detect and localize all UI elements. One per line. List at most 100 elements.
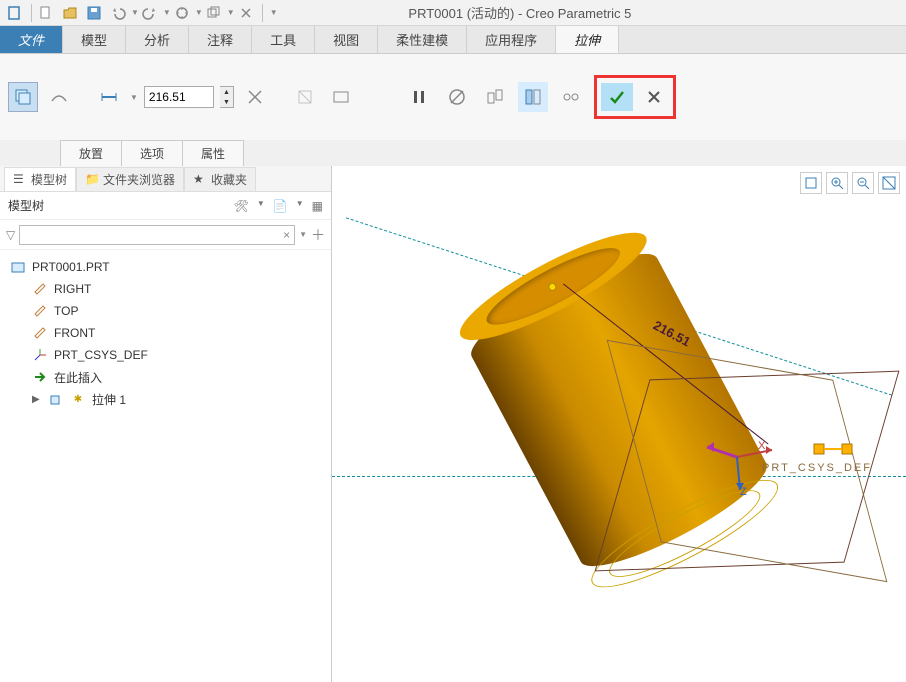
tree-show-icon[interactable]: ▦ bbox=[312, 199, 323, 213]
tab-model[interactable]: 模型 bbox=[63, 26, 126, 53]
pause-button[interactable] bbox=[404, 82, 434, 112]
ribbon-tabs: 文件 模型 分析 注释 工具 视图 柔性建模 应用程序 拉伸 bbox=[0, 26, 906, 54]
model-tree-panel: ☰ 模型树 📁 文件夹浏览器 ★ 收藏夹 模型树 🛠 ▼ 📄 ▼ ▦ ▽ × ▼ ＋ bbox=[0, 166, 332, 682]
tab-flex[interactable]: 柔性建模 bbox=[378, 26, 467, 53]
tree-node-label: 在此插入 bbox=[54, 369, 102, 386]
dashboard-subtabs: 放置 选项 属性 bbox=[0, 140, 906, 166]
cylinder-top-face bbox=[449, 216, 657, 357]
graphics-viewport[interactable]: 216.51 PRT_CSYS_DEF X Z bbox=[332, 166, 906, 682]
panel-tab-folders[interactable]: 📁 文件夹浏览器 bbox=[76, 167, 184, 191]
drop-icon[interactable]: ▼ bbox=[296, 199, 304, 213]
confirm-highlight-box bbox=[594, 75, 676, 119]
feature-dashboard: ▼ ▲▼ bbox=[0, 54, 906, 140]
panel-tab-label: 收藏夹 bbox=[211, 171, 247, 188]
tree-insert-here[interactable]: 在此插入 bbox=[4, 366, 327, 388]
folder-icon: 📁 bbox=[85, 172, 99, 186]
zoom-in-button[interactable] bbox=[826, 172, 848, 194]
tree-settings-icon[interactable]: 📄 bbox=[273, 199, 288, 213]
tab-extrude[interactable]: 拉伸 bbox=[556, 26, 619, 53]
qat-drop[interactable]: ▼ bbox=[266, 8, 282, 17]
tree-tools-icon[interactable]: 🛠 bbox=[234, 199, 249, 213]
remove-material-button[interactable] bbox=[290, 82, 320, 112]
tree-header: 模型树 🛠 ▼ 📄 ▼ ▦ bbox=[0, 192, 331, 220]
panel-tab-label: 文件夹浏览器 bbox=[103, 171, 175, 188]
unattached-preview-button[interactable] bbox=[518, 82, 548, 112]
tab-file[interactable]: 文件 bbox=[0, 26, 63, 53]
add-filter-icon[interactable]: ＋ bbox=[311, 225, 325, 245]
tree-datum-front[interactable]: FRONT bbox=[4, 322, 327, 344]
separator bbox=[31, 4, 32, 22]
tree-body: PRT0001.PRT RIGHT TOP FRONT PRT_CSYS_DEF… bbox=[0, 250, 331, 682]
panel-tab-favorites[interactable]: ★ 收藏夹 bbox=[184, 167, 256, 191]
redo-button[interactable] bbox=[139, 2, 161, 24]
windows-button[interactable] bbox=[203, 2, 225, 24]
save-button[interactable] bbox=[83, 2, 105, 24]
tree-node-label: 拉伸 1 bbox=[92, 391, 126, 408]
thicken-button[interactable] bbox=[326, 82, 356, 112]
undo-drop[interactable]: ▼ bbox=[131, 8, 139, 17]
window-title: PRT0001 (活动的) - Creo Parametric 5 bbox=[408, 3, 631, 22]
tab-app[interactable]: 应用程序 bbox=[467, 26, 556, 53]
regen-button[interactable] bbox=[171, 2, 193, 24]
main-area: ☰ 模型树 📁 文件夹浏览器 ★ 收藏夹 模型树 🛠 ▼ 📄 ▼ ▦ ▽ × ▼ ＋ bbox=[0, 166, 906, 682]
solid-button[interactable] bbox=[8, 82, 38, 112]
drag-handles[interactable] bbox=[812, 436, 872, 466]
verify-button[interactable] bbox=[556, 82, 586, 112]
expand-icon[interactable]: ▶ bbox=[32, 394, 42, 405]
csys-icon bbox=[32, 347, 48, 363]
extrude-icon bbox=[48, 391, 64, 407]
tab-annotate[interactable]: 注释 bbox=[189, 26, 252, 53]
attached-preview-button[interactable] bbox=[480, 82, 510, 112]
subtab-properties[interactable]: 属性 bbox=[182, 140, 244, 166]
cancel-button[interactable] bbox=[639, 82, 669, 112]
tree-csys[interactable]: PRT_CSYS_DEF bbox=[4, 344, 327, 366]
filter-input[interactable] bbox=[24, 228, 283, 242]
tree-datum-right[interactable]: RIGHT bbox=[4, 278, 327, 300]
flip-button[interactable] bbox=[240, 82, 270, 112]
filter-input-wrap: × bbox=[19, 225, 295, 245]
ok-button[interactable] bbox=[601, 83, 633, 111]
plane-icon bbox=[32, 325, 48, 341]
filter-icon[interactable]: ▽ bbox=[6, 228, 15, 242]
depth-drop[interactable]: ▼ bbox=[130, 93, 138, 102]
zoom-fit-button[interactable] bbox=[800, 172, 822, 194]
tree-node-label: TOP bbox=[54, 304, 78, 318]
regen-drop[interactable]: ▼ bbox=[195, 8, 203, 17]
undo-button[interactable] bbox=[107, 2, 129, 24]
redo-drop[interactable]: ▼ bbox=[163, 8, 171, 17]
panel-tab-label: 模型树 bbox=[31, 171, 67, 188]
tree-node-label: FRONT bbox=[54, 326, 95, 340]
drop-icon[interactable]: ▼ bbox=[257, 199, 265, 213]
panel-tab-modeltree[interactable]: ☰ 模型树 bbox=[4, 167, 76, 191]
new-doc-button[interactable] bbox=[35, 2, 57, 24]
plane-icon bbox=[32, 303, 48, 319]
star-icon: ★ bbox=[193, 172, 207, 186]
tab-view[interactable]: 视图 bbox=[315, 26, 378, 53]
tree-feature-extrude[interactable]: ▶ ✱ 拉伸 1 bbox=[4, 388, 327, 410]
depth-type-button[interactable] bbox=[94, 82, 124, 112]
clear-filter-icon[interactable]: × bbox=[283, 228, 290, 242]
tree-root[interactable]: PRT0001.PRT bbox=[4, 256, 327, 278]
subtab-options[interactable]: 选项 bbox=[121, 140, 183, 166]
tree-filter-row: ▽ × ▼ ＋ bbox=[0, 220, 331, 250]
close-win-button[interactable] bbox=[235, 2, 257, 24]
depth-input[interactable] bbox=[144, 86, 214, 108]
tree-title: 模型树 bbox=[8, 197, 44, 214]
refit-button[interactable] bbox=[878, 172, 900, 194]
tree-icon: ☰ bbox=[13, 172, 27, 186]
tree-node-label: PRT0001.PRT bbox=[32, 260, 110, 274]
zoom-out-button[interactable] bbox=[852, 172, 874, 194]
subtab-placement[interactable]: 放置 bbox=[60, 140, 122, 166]
tree-datum-top[interactable]: TOP bbox=[4, 300, 327, 322]
surface-button[interactable] bbox=[44, 82, 74, 112]
depth-spinner[interactable]: ▲▼ bbox=[220, 86, 234, 108]
part-icon bbox=[10, 259, 26, 275]
tab-tools[interactable]: 工具 bbox=[252, 26, 315, 53]
filter-drop-icon[interactable]: ▼ bbox=[299, 230, 307, 239]
windows-drop[interactable]: ▼ bbox=[227, 8, 235, 17]
open-button[interactable] bbox=[59, 2, 81, 24]
tab-analysis[interactable]: 分析 bbox=[126, 26, 189, 53]
no-preview-button[interactable] bbox=[442, 82, 472, 112]
new-button[interactable] bbox=[4, 2, 26, 24]
tree-node-label: RIGHT bbox=[54, 282, 91, 296]
